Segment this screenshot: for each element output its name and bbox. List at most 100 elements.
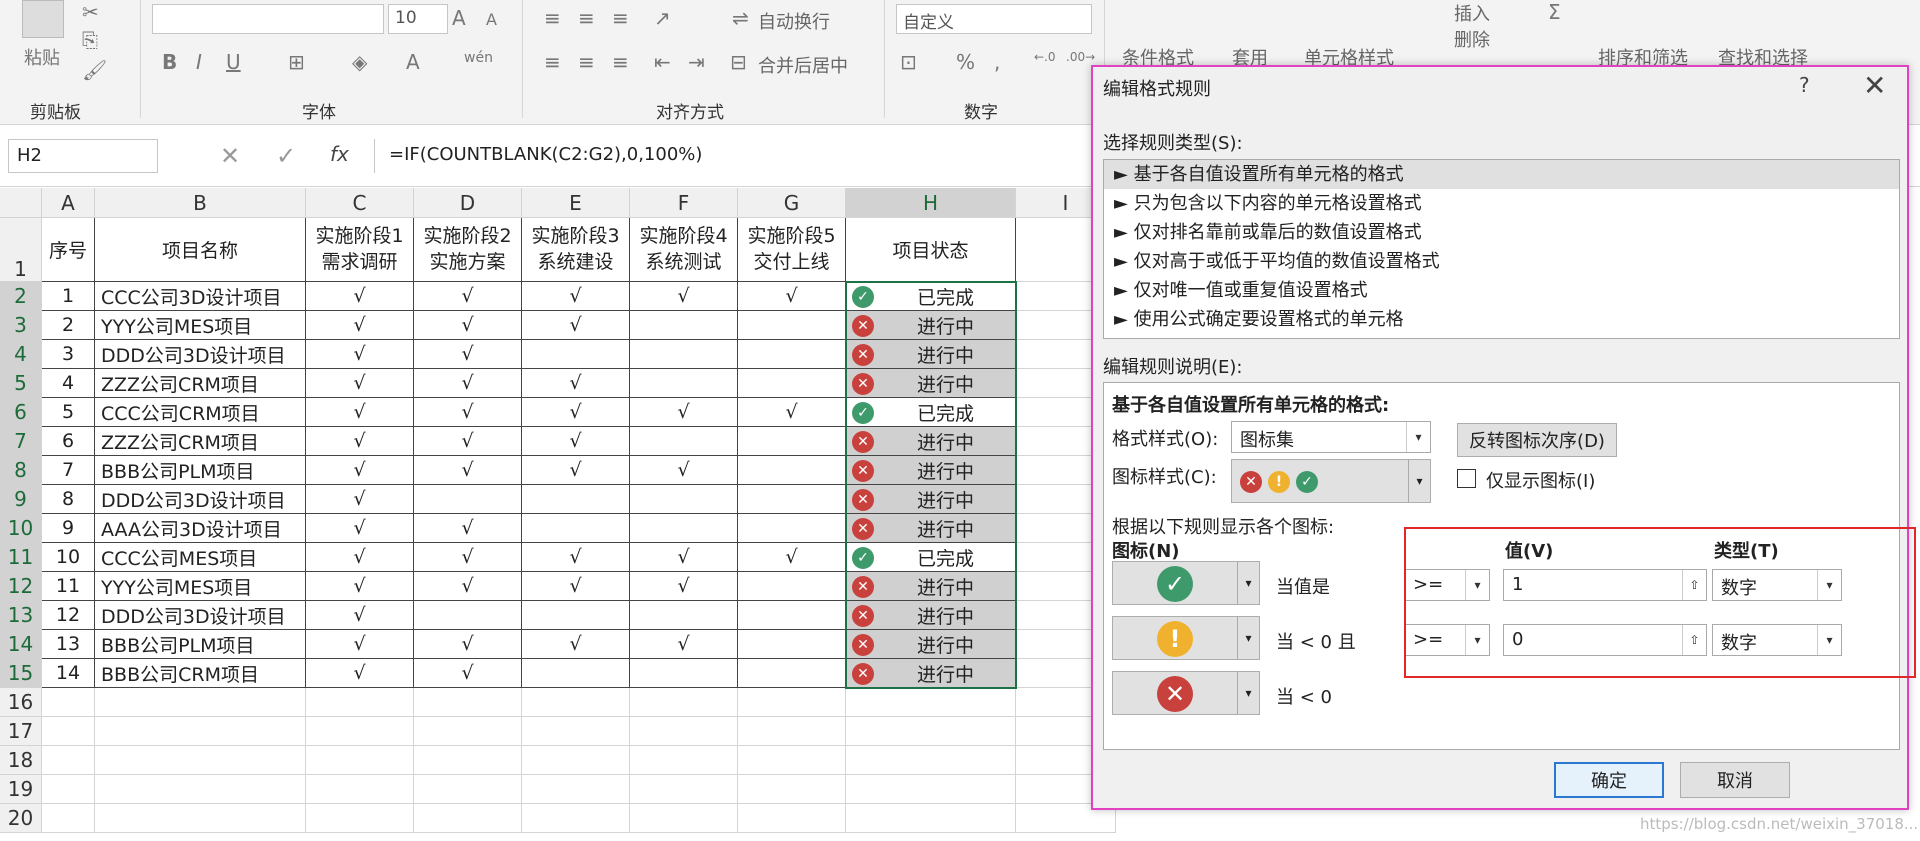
empty-cell[interactable]: [522, 804, 630, 833]
table-cell[interactable]: DDD公司3D设计项目: [95, 485, 306, 514]
comma-icon[interactable]: ,: [994, 50, 1000, 74]
column-header-d[interactable]: D: [414, 188, 522, 218]
header-cell[interactable]: 实施阶段2 实施方案: [414, 218, 522, 282]
table-cell[interactable]: 1: [42, 282, 95, 311]
table-cell[interactable]: 9: [42, 514, 95, 543]
column-header-g[interactable]: G: [738, 188, 846, 218]
table-cell[interactable]: √: [414, 630, 522, 659]
empty-cell[interactable]: [522, 775, 630, 804]
table-cell[interactable]: [630, 427, 738, 456]
row-header-20[interactable]: 20: [0, 804, 42, 833]
empty-cell[interactable]: [738, 717, 846, 746]
copy-icon[interactable]: ⎘: [82, 28, 98, 52]
table-cell[interactable]: CCC公司CRM项目: [95, 398, 306, 427]
empty-cell[interactable]: [630, 775, 738, 804]
table-cell[interactable]: [630, 601, 738, 630]
table-cell[interactable]: √: [522, 311, 630, 340]
table-cell[interactable]: √: [306, 572, 414, 601]
table-cell[interactable]: √: [414, 543, 522, 572]
format-painter-icon[interactable]: 🖌: [82, 58, 107, 82]
empty-cell[interactable]: [522, 717, 630, 746]
table-cell[interactable]: √: [414, 340, 522, 369]
row-header-17[interactable]: 17: [0, 717, 42, 746]
table-cell[interactable]: CCC公司MES项目: [95, 543, 306, 572]
table-cell[interactable]: √: [306, 340, 414, 369]
row-header-15[interactable]: 15: [0, 659, 42, 688]
empty-cell[interactable]: [738, 775, 846, 804]
table-cell[interactable]: √: [630, 543, 738, 572]
merge-center-button[interactable]: 合并后居中: [758, 52, 848, 78]
table-cell[interactable]: √: [630, 398, 738, 427]
table-cell[interactable]: [414, 485, 522, 514]
table-cell[interactable]: √: [522, 427, 630, 456]
percent-icon[interactable]: %: [956, 50, 975, 74]
empty-cell[interactable]: [414, 775, 522, 804]
table-cell[interactable]: 2: [42, 311, 95, 340]
table-cell[interactable]: [738, 601, 846, 630]
table-cell[interactable]: [630, 311, 738, 340]
table-cell[interactable]: [738, 514, 846, 543]
table-cell[interactable]: √: [306, 311, 414, 340]
insert-button[interactable]: 插入: [1454, 0, 1490, 26]
row-header-16[interactable]: 16: [0, 688, 42, 717]
status-cell[interactable]: 已完成 ✓: [846, 543, 1016, 572]
phonetic-icon[interactable]: wén: [464, 50, 493, 66]
table-cell[interactable]: [738, 630, 846, 659]
font-color-icon[interactable]: A: [406, 50, 420, 74]
empty-cell[interactable]: [414, 746, 522, 775]
empty-cell[interactable]: [95, 717, 306, 746]
empty-cell[interactable]: [738, 804, 846, 833]
row-header-7[interactable]: 7: [0, 427, 42, 456]
icon-select-row1[interactable]: ✓ ▾: [1112, 561, 1260, 605]
table-cell[interactable]: ZZZ公司CRM项目: [95, 369, 306, 398]
align-right-icon[interactable]: ≡: [612, 50, 629, 74]
status-cell[interactable]: 进行中 ✕: [846, 659, 1016, 688]
table-cell[interactable]: √: [306, 601, 414, 630]
table-cell[interactable]: [738, 456, 846, 485]
table-cell[interactable]: √: [306, 282, 414, 311]
empty-cell[interactable]: [42, 717, 95, 746]
status-cell[interactable]: 进行中 ✕: [846, 340, 1016, 369]
empty-cell[interactable]: [95, 775, 306, 804]
format-style-select[interactable]: 图标集 ▾: [1231, 421, 1431, 453]
header-cell[interactable]: 序号: [42, 218, 95, 282]
empty-cell[interactable]: [306, 775, 414, 804]
table-cell[interactable]: √: [306, 659, 414, 688]
table-cell[interactable]: √: [306, 369, 414, 398]
rule-type-list[interactable]: ► 基于各自值设置所有单元格的格式 ► 只为包含以下内容的单元格设置格式 ► 仅…: [1103, 159, 1900, 339]
column-header-c[interactable]: C: [306, 188, 414, 218]
table-cell[interactable]: √: [414, 572, 522, 601]
column-header-h[interactable]: H: [846, 188, 1016, 218]
table-cell[interactable]: [522, 659, 630, 688]
table-cell[interactable]: √: [630, 456, 738, 485]
empty-cell[interactable]: [846, 775, 1016, 804]
table-cell[interactable]: YYY公司MES项目: [95, 311, 306, 340]
table-cell[interactable]: CCC公司3D设计项目: [95, 282, 306, 311]
reverse-icon-order-button[interactable]: 反转图标次序(D): [1457, 423, 1617, 457]
grow-font-icon[interactable]: A: [452, 6, 466, 30]
empty-cell[interactable]: [42, 746, 95, 775]
decrease-decimal-icon[interactable]: .00→: [1066, 50, 1095, 64]
paste-button[interactable]: 粘贴: [24, 44, 60, 70]
table-cell[interactable]: [630, 659, 738, 688]
table-cell[interactable]: √: [522, 398, 630, 427]
table-cell[interactable]: [630, 369, 738, 398]
rule-type-item[interactable]: ► 仅对高于或低于平均值的数值设置格式: [1104, 247, 1899, 276]
table-cell[interactable]: 3: [42, 340, 95, 369]
align-top-icon[interactable]: ≡: [544, 6, 561, 30]
row-header-2[interactable]: 2: [0, 282, 42, 311]
empty-cell[interactable]: [630, 717, 738, 746]
empty-cell[interactable]: [306, 746, 414, 775]
orientation-icon[interactable]: ↗: [654, 6, 671, 30]
row-header-4[interactable]: 4: [0, 340, 42, 369]
row-header-3[interactable]: 3: [0, 311, 42, 340]
insert-function-icon[interactable]: fx: [330, 142, 349, 166]
table-cell[interactable]: √: [306, 485, 414, 514]
status-cell[interactable]: 进行中 ✕: [846, 427, 1016, 456]
row-header-10[interactable]: 10: [0, 514, 42, 543]
table-cell[interactable]: √: [306, 630, 414, 659]
header-cell[interactable]: 项目状态: [846, 218, 1016, 282]
icon-style-select[interactable]: ✕ ! ✓ ▾: [1231, 459, 1431, 503]
table-cell[interactable]: √: [414, 398, 522, 427]
table-cell[interactable]: [738, 369, 846, 398]
